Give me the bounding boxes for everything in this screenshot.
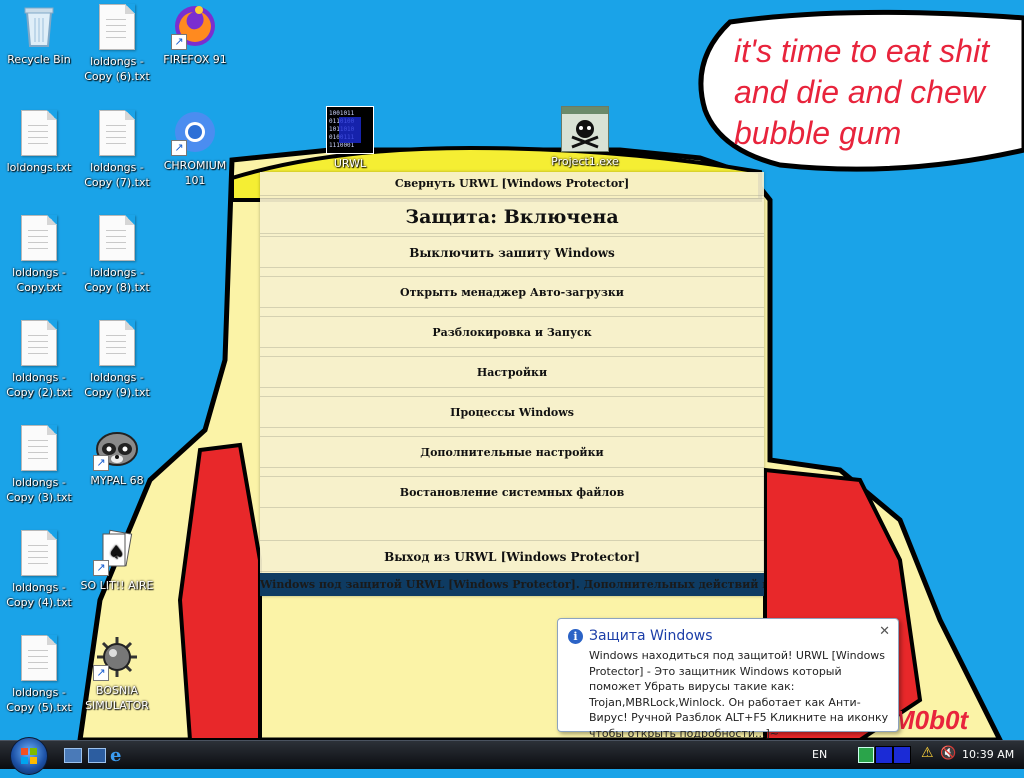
shortcut-arrow-icon: ↗ (93, 455, 109, 471)
desktop-icon-label: loldongs.txt (6, 161, 72, 174)
info-icon: i (568, 629, 583, 644)
text-file-icon (99, 320, 135, 366)
speech-line-3: bubble gum (734, 115, 901, 151)
text-file-icon (99, 110, 135, 156)
taskbar: e EN ⚠ 🔇 10:39 AM (0, 737, 1024, 775)
tray-urwl-icon[interactable] (875, 746, 893, 764)
desktop-file-loldongs-copy-3[interactable]: loldongs - Copy (3).txt (0, 423, 78, 505)
text-file-icon (21, 215, 57, 261)
language-indicator[interactable]: EN (812, 748, 827, 761)
desktop-icon-label: URWL (333, 157, 367, 170)
mine-icon: ↗ (93, 633, 141, 681)
desktop-file-loldongs-copy-9[interactable]: loldongs - Copy (9).txt (78, 318, 156, 400)
text-file-icon (99, 215, 135, 261)
speech-line-2: and die and chew (734, 74, 987, 110)
internet-explorer-icon[interactable]: e (110, 745, 121, 766)
desktop-file-loldongs-copy-5[interactable]: loldongs - Copy (5).txt (0, 633, 78, 715)
desktop-file-urwl[interactable]: 10010110110100101101001001111110001 URWL (311, 106, 389, 171)
desktop-icon-label: CHROMIUM 101 (163, 159, 227, 187)
show-desktop-icon[interactable] (64, 748, 82, 763)
svg-text:♠: ♠ (108, 542, 124, 563)
shortcut-arrow-icon: ↗ (171, 140, 187, 156)
text-file-icon (21, 635, 57, 681)
status-footer: Windows под защитой URWL [Windows Protec… (260, 573, 764, 596)
clock[interactable]: 10:39 AM (962, 748, 1014, 761)
autoload-manager-button[interactable]: Открыть менаджер Авто-загрузки (260, 276, 764, 308)
start-button[interactable] (10, 737, 48, 775)
tray-network-icon[interactable] (858, 747, 874, 763)
tray-warning-icon[interactable]: ⚠ (921, 745, 934, 761)
balloon-title: Защита Windows (589, 628, 713, 644)
playing-cards-icon: ♠ ↗ (93, 528, 141, 576)
windows-logo-icon (21, 748, 37, 764)
firefox-icon: ↗ (171, 2, 219, 50)
desktop-icon-label: loldongs - Copy (9).txt (84, 371, 150, 399)
urwl-window: Свернуть URWL [Windows Protector] Защита… (260, 172, 764, 596)
svg-text:1001011: 1001011 (329, 110, 355, 117)
desktop-shortcut-mypal[interactable]: ↗ MYPAL 68 (78, 423, 156, 488)
desktop-icon-label: MYPAL 68 (90, 474, 144, 487)
text-file-icon (21, 110, 57, 156)
volume-muted-icon[interactable]: 🔇 (940, 746, 956, 761)
desktop-icon-label: loldongs - Copy (8).txt (84, 266, 150, 294)
disable-protection-button[interactable]: Выключить зашиту Windows (260, 236, 764, 268)
desktop-shortcut-bosnia-simulator[interactable]: ↗ BOSNIA SIMULATOR (78, 633, 156, 713)
text-file-icon (99, 4, 135, 50)
desktop-icon-label: loldongs - Copy (7).txt (84, 161, 150, 189)
protection-status: Защита: Включена (260, 198, 764, 234)
desktop-icon-label: Recycle Bin (7, 53, 71, 66)
settings-button[interactable]: Настройки (260, 356, 764, 388)
recycle-bin-glyph-icon (15, 2, 63, 50)
shortcut-arrow-icon: ↗ (93, 665, 109, 681)
wallpaper-signature: M0b0t (893, 705, 969, 735)
shortcut-arrow-icon: ↗ (171, 34, 187, 50)
desktop-file-loldongs-copy-4[interactable]: loldongs - Copy (4).txt (0, 528, 78, 610)
text-file-icon (21, 530, 57, 576)
tray-urwl-icon-2[interactable] (893, 746, 911, 764)
raccoon-icon: ↗ (93, 423, 141, 471)
desktop-file-loldongs-copy-8[interactable]: loldongs - Copy (8).txt (78, 213, 156, 295)
desktop-shortcut-solitaire[interactable]: ♠ ↗ SO LIT!! AIRE (78, 528, 156, 593)
desktop-icon-label: loldongs - Copy (4).txt (6, 581, 72, 609)
desktop-icon-label: loldongs - Copy (5).txt (6, 686, 72, 714)
desktop-shortcut-chromium[interactable]: ↗ CHROMIUM 101 (156, 108, 234, 188)
exit-button[interactable]: Выход из URWL [Windows Protector] (260, 540, 764, 572)
processes-button[interactable]: Процессы Windows (260, 396, 764, 428)
desktop-file-loldongs-copy-7[interactable]: loldongs - Copy (7).txt (78, 108, 156, 190)
switch-windows-icon[interactable] (88, 748, 106, 763)
svg-text:1110001: 1110001 (329, 142, 355, 149)
desktop-file-loldongs-copy[interactable]: loldongs - Copy.txt (0, 213, 78, 295)
desktop-icon-label: SO LIT!! AIRE (80, 579, 154, 592)
collapse-button[interactable]: Свернуть URWL [Windows Protector] (260, 172, 764, 196)
desktop-icon-label: Project1.exe (551, 155, 619, 168)
speech-line-1: it's time to eat shit (734, 33, 990, 69)
binary-app-icon: 10010110110100101101001001111110001 (326, 106, 374, 154)
chromium-icon: ↗ (171, 108, 219, 156)
desktop-icon-label: loldongs - Copy (3).txt (6, 476, 72, 504)
desktop-shortcut-firefox[interactable]: ↗ FIREFOX 91 (156, 2, 234, 67)
restore-system-files-button[interactable]: Востановление системных файлов (260, 476, 764, 508)
balloon-body: Windows находиться под защитой! URWL [Wi… (589, 649, 889, 740)
advanced-settings-button[interactable]: Дополнительные настройки (260, 436, 764, 468)
close-icon[interactable]: ✕ (879, 624, 890, 639)
desktop-icon-label: loldongs - Copy.txt (12, 266, 66, 294)
desktop-icon-label: FIREFOX 91 (163, 53, 227, 66)
desktop-file-loldongs-copy-2[interactable]: loldongs - Copy (2).txt (0, 318, 78, 400)
notification-balloon[interactable]: i Защита Windows ✕ Windows находиться по… (557, 618, 899, 740)
skull-crossbones-icon (561, 106, 609, 152)
text-file-icon (21, 425, 57, 471)
desktop-icon-label: BOSNIA SIMULATOR (85, 684, 149, 712)
unlock-run-button[interactable]: Разблокировка и Запуск (260, 316, 764, 348)
desktop-file-loldongs[interactable]: loldongs.txt (0, 108, 78, 175)
shortcut-arrow-icon: ↗ (93, 560, 109, 576)
text-file-icon (21, 320, 57, 366)
recycle-bin-icon[interactable]: Recycle Bin (0, 2, 78, 67)
desktop-icon-label: loldongs - Copy (6).txt (84, 55, 150, 83)
desktop-file-loldongs-copy-6[interactable]: loldongs - Copy (6).txt (78, 2, 156, 84)
desktop-icon-label: loldongs - Copy (2).txt (6, 371, 72, 399)
desktop-file-project1[interactable]: Project1.exe (546, 106, 624, 169)
